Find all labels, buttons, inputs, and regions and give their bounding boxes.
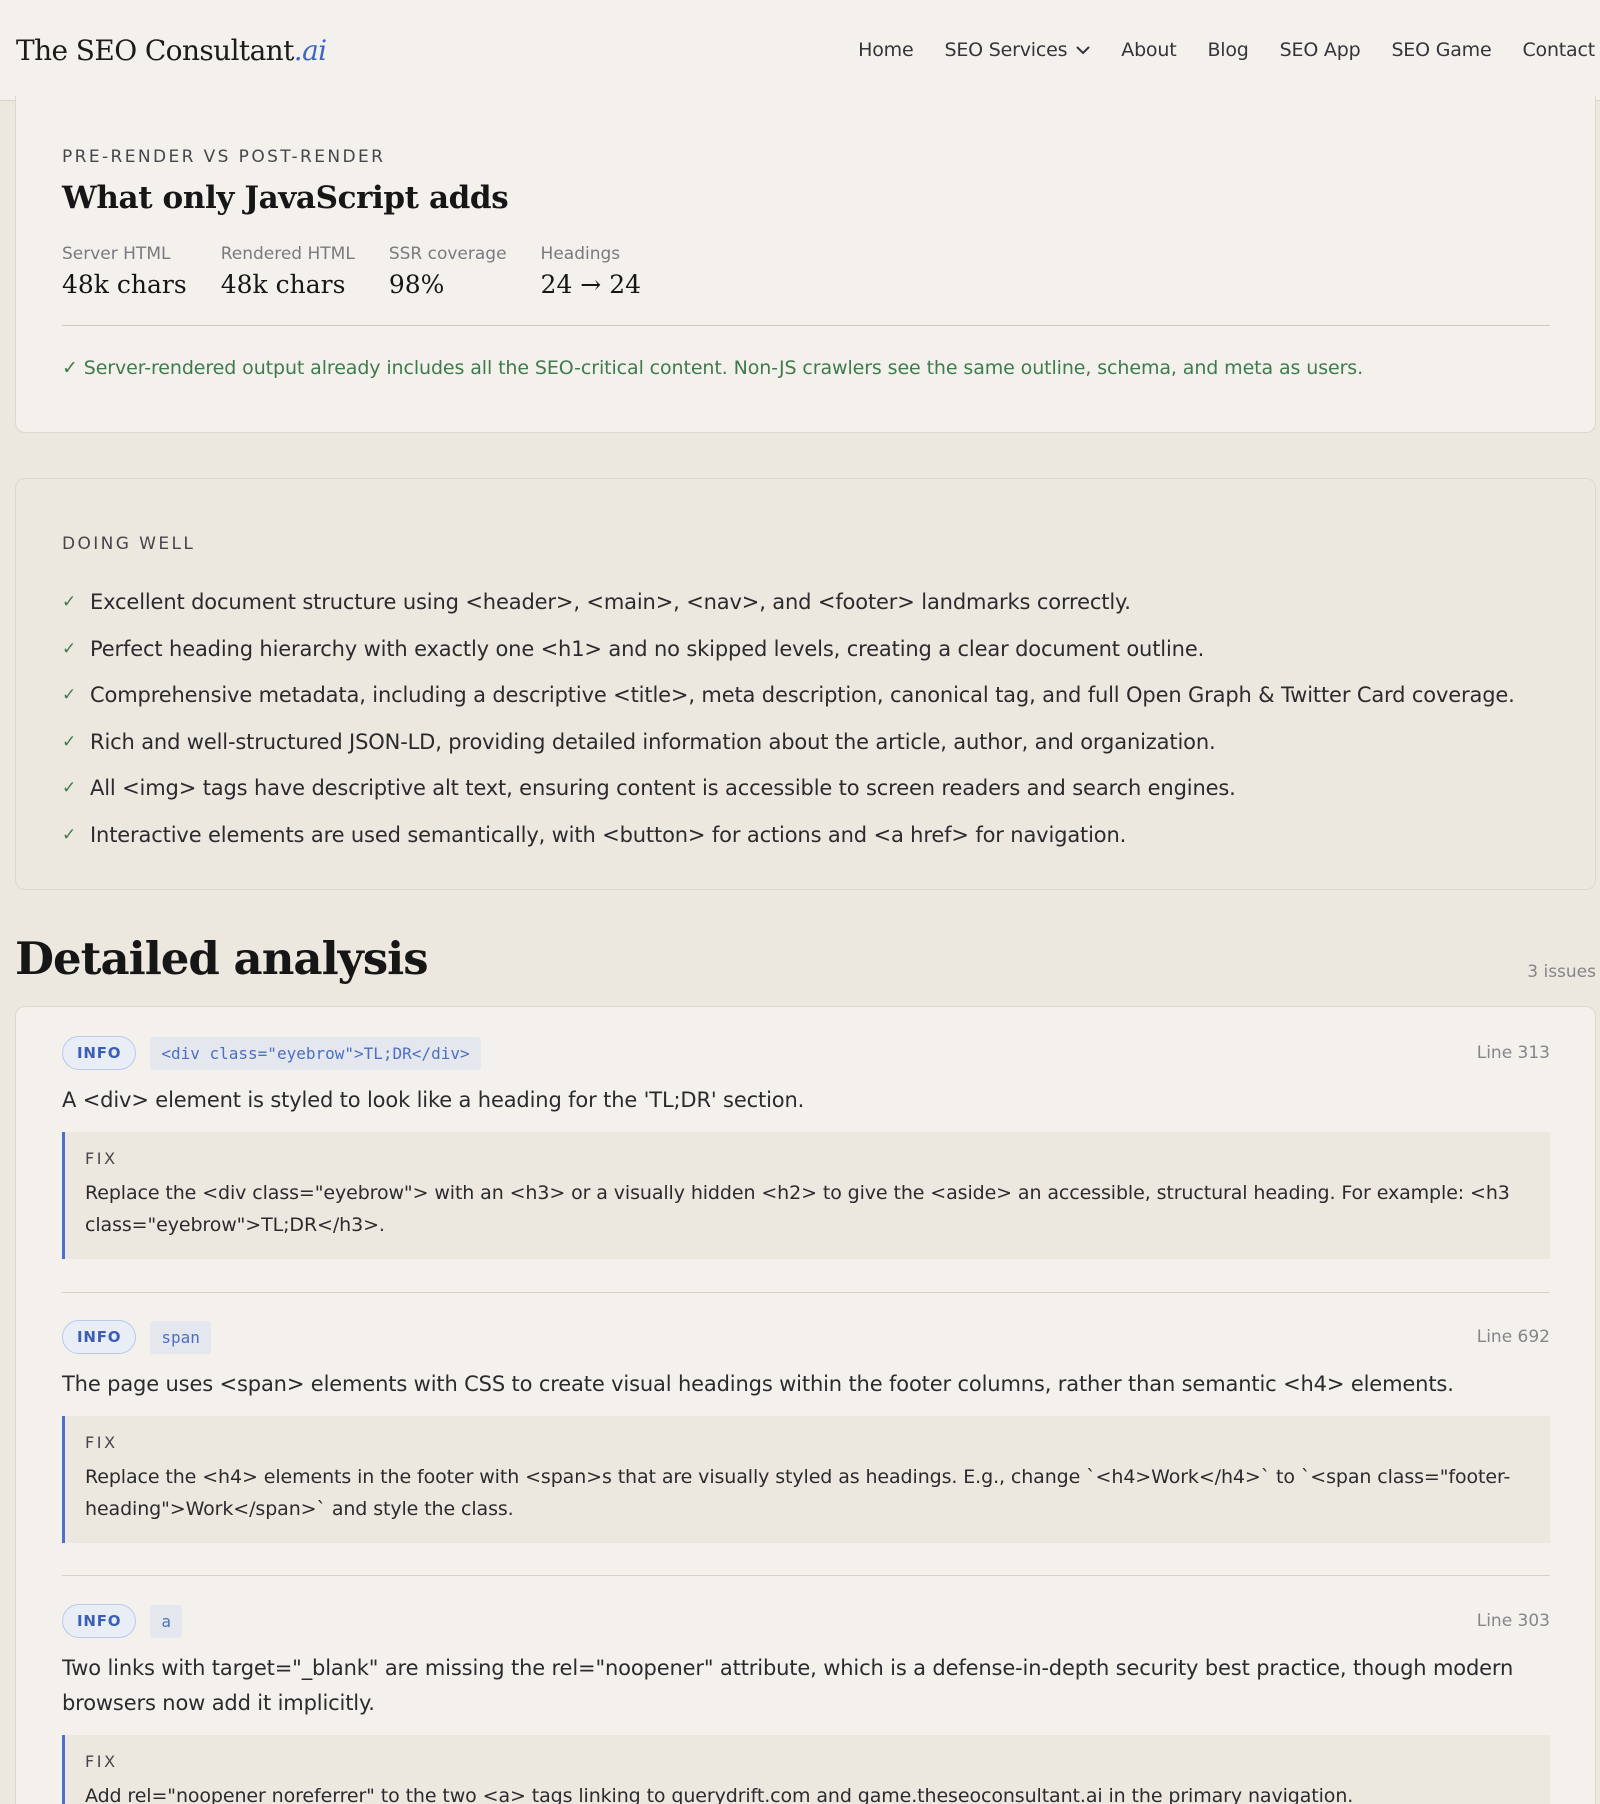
nav-seo-app[interactable]: SEO App <box>1264 39 1376 61</box>
check-icon: ✓ <box>62 592 77 613</box>
issue-description: The page uses <span> elements with CSS t… <box>62 1372 1454 1396</box>
site-header: The SEO Consultant.ai Home SEO Services … <box>0 0 1600 101</box>
render-title: What only JavaScript adds <box>62 180 509 216</box>
list-item: ✓ Rich and well-structured JSON-LD, provi… <box>62 719 1515 766</box>
divider <box>62 1575 1550 1576</box>
nav-label: SEO Game <box>1391 39 1492 61</box>
nav-label: Contact <box>1522 39 1595 61</box>
doing-well-card: DOING WELL ✓ Excellent document structure… <box>15 478 1596 890</box>
issues-card: INFO <div class="eyebrow">TL;DR</div> Li… <box>15 1006 1596 1804</box>
fix-box: FIX Replace the <h4> elements in the foo… <box>62 1416 1550 1543</box>
primary-nav: Home SEO Services About Blog SEO App SEO… <box>843 39 1600 61</box>
stat-value: 48k chars <box>62 270 187 299</box>
stat-label: Headings <box>540 244 621 264</box>
nav-home[interactable]: Home <box>843 39 929 61</box>
list-item-text: Comprehensive metadata, including a desc… <box>90 683 1515 708</box>
severity-badge: INFO <box>62 1320 137 1354</box>
doing-well-eyebrow: DOING WELL <box>62 534 196 554</box>
detailed-analysis-title: Detailed analysis <box>15 932 429 985</box>
stat-value: 48k chars <box>220 270 346 299</box>
check-icon: ✓ <box>62 731 77 752</box>
severity-badge: INFO <box>62 1036 137 1070</box>
stat-rendered-html: Rendered HTML 48k chars <box>221 244 355 299</box>
stat-label: Server HTML <box>62 244 171 264</box>
element-code-tag: span <box>150 1320 211 1354</box>
fix-text: Replace the <div class="eyebrow"> with a… <box>85 1182 1510 1236</box>
nav-label: SEO Services <box>944 39 1068 61</box>
render-success-note: ✓ Server-rendered output already include… <box>62 357 1364 379</box>
line-number: Line 692 <box>1476 1327 1550 1347</box>
nav-blog[interactable]: Blog <box>1192 39 1264 61</box>
divider <box>62 325 1550 326</box>
fix-label: FIX <box>85 1149 118 1168</box>
list-item-text: All <img> tags have descriptive alt text… <box>90 776 1236 801</box>
stat-value: 98% <box>388 270 445 299</box>
list-item: ✓ All <img> tags have descriptive alt tex… <box>62 765 1515 812</box>
chevron-down-icon <box>1076 46 1090 54</box>
nav-label: SEO App <box>1279 39 1361 61</box>
stat-ssr-coverage: SSR coverage 98% <box>389 244 507 299</box>
list-item: ✓ Interactive elements are used semantica… <box>62 812 1515 859</box>
doing-well-list: ✓ Excellent document structure using <hea… <box>62 579 1515 858</box>
nav-seo-services[interactable]: SEO Services <box>929 39 1106 61</box>
list-item: ✓ Comprehensive metadata, including a des… <box>62 672 1515 719</box>
issue-item: INFO <div class="eyebrow">TL;DR</div> Li… <box>62 1036 1550 1259</box>
stat-headings: Headings 24 → 24 <box>541 244 641 299</box>
severity-badge: INFO <box>62 1604 137 1638</box>
nav-seo-game[interactable]: SEO Game <box>1376 39 1507 61</box>
issue-item: INFO a Line 303 Two links with target="_… <box>62 1604 1550 1804</box>
logo-suffix: .ai <box>293 33 327 67</box>
render-stats: Server HTML 48k chars Rendered HTML 48k … <box>62 244 641 299</box>
list-item-text: Excellent document structure using <head… <box>90 590 1131 615</box>
divider <box>62 1292 1550 1293</box>
issue-description: A <div> element is styled to look like a… <box>62 1088 805 1112</box>
list-item: ✓ Perfect heading hierarchy with exactly … <box>62 626 1515 673</box>
logo-text: The SEO Consultant <box>16 33 294 67</box>
site-logo[interactable]: The SEO Consultant.ai <box>16 34 327 67</box>
check-icon: ✓ <box>62 638 77 659</box>
issue-description: Two links with target="_blank" are missi… <box>62 1656 1514 1715</box>
fix-label: FIX <box>85 1433 118 1452</box>
fix-box: FIX Add rel="noopener noreferrer" to the… <box>62 1735 1550 1804</box>
fix-text: Add rel="noopener noreferrer" to the two… <box>85 1785 1354 1804</box>
nav-label: Blog <box>1207 39 1249 61</box>
render-comparison-card: PRE-RENDER VS POST-RENDER What only Java… <box>15 96 1596 433</box>
issue-count: 3 issues <box>1527 962 1596 982</box>
line-number: Line 303 <box>1476 1611 1550 1631</box>
nav-about[interactable]: About <box>1106 39 1192 61</box>
fix-label: FIX <box>85 1752 118 1771</box>
stat-server-html: Server HTML 48k chars <box>62 244 187 299</box>
fix-box: FIX Replace the <div class="eyebrow"> wi… <box>62 1132 1550 1259</box>
stat-label: Rendered HTML <box>220 244 355 264</box>
list-item-text: Rich and well-structured JSON-LD, provid… <box>90 729 1216 754</box>
list-item: ✓ Excellent document structure using <hea… <box>62 579 1515 626</box>
issue-item: INFO span Line 692 The page uses <span> … <box>62 1320 1550 1543</box>
check-icon: ✓ <box>62 824 77 845</box>
element-code-tag: <div class="eyebrow">TL;DR</div> <box>150 1036 481 1070</box>
check-icon: ✓ <box>62 685 77 706</box>
nav-label: Home <box>858 39 914 61</box>
fix-text: Replace the <h4> elements in the footer … <box>85 1466 1511 1520</box>
nav-contact[interactable]: Contact <box>1507 39 1600 61</box>
stat-value: 24 → 24 <box>540 270 642 299</box>
list-item-text: Interactive elements are used semantical… <box>90 822 1127 847</box>
element-code-tag: a <box>150 1604 182 1638</box>
stat-label: SSR coverage <box>388 244 507 264</box>
check-icon: ✓ <box>62 778 77 799</box>
render-eyebrow: PRE-RENDER VS POST-RENDER <box>62 147 386 167</box>
list-item-text: Perfect heading hierarchy with exactly o… <box>90 636 1205 661</box>
nav-label: About <box>1121 39 1177 61</box>
line-number: Line 313 <box>1476 1043 1550 1063</box>
